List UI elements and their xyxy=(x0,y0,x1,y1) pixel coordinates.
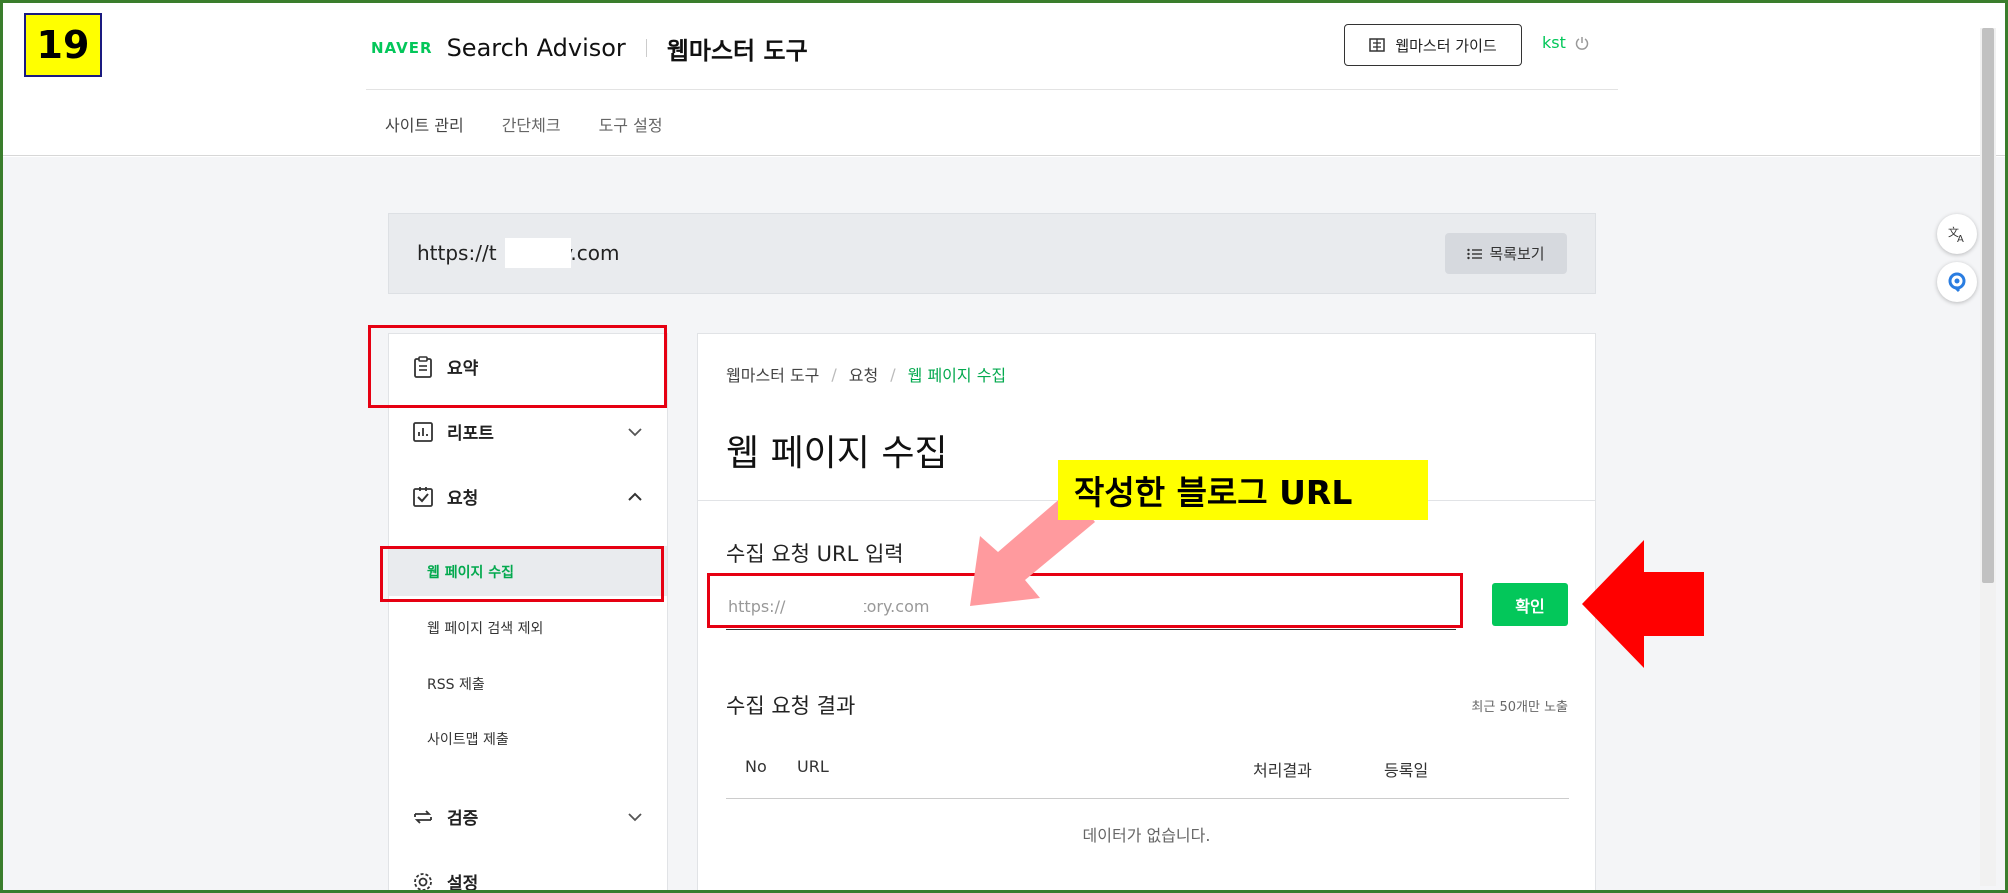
repeat-icon xyxy=(414,809,432,824)
header-divider xyxy=(366,89,1618,90)
table-header-date: 등록일 xyxy=(1384,761,1429,780)
highlight-summary xyxy=(368,325,667,408)
redaction xyxy=(505,238,571,268)
sidebar-item-label: 설정 xyxy=(447,874,479,893)
product-name: Search Advisor xyxy=(446,34,626,62)
translate-button[interactable]: 文A xyxy=(1937,214,1977,254)
tab-bar: 사이트 관리 간단체크 도구 설정 xyxy=(366,100,682,162)
username: kst xyxy=(1542,33,1566,52)
tool-name: 웹마스터 도구 xyxy=(666,36,808,65)
chevron-up-icon xyxy=(628,492,642,501)
list-icon xyxy=(1467,248,1483,259)
translate-icon: 文A xyxy=(1948,225,1964,245)
page-title: 웹 페이지 수집 xyxy=(726,433,948,474)
sidebar-item-report[interactable]: 리포트 xyxy=(411,419,671,444)
book-icon xyxy=(1369,38,1386,52)
callout-label: 작성한 블로그 URL xyxy=(1058,460,1428,520)
header: NAVER Search Advisor 웹마스터 도구 웹마스터 가이드 ks… xyxy=(0,0,2008,162)
gear-icon xyxy=(414,872,432,891)
brand[interactable]: NAVER Search Advisor 웹마스터 도구 xyxy=(371,30,808,66)
sidebar-sub-item-web-page-exclude[interactable]: 웹 페이지 검색 제외 xyxy=(427,618,543,638)
result-note: 최근 50개만 노출 xyxy=(1471,700,1568,715)
assistant-button[interactable] xyxy=(1937,262,1977,302)
divider xyxy=(645,39,647,57)
confirm-button[interactable]: 확인 xyxy=(1492,583,1568,626)
breadcrumb-separator: / xyxy=(831,364,837,384)
url-input-label: 수집 요청 URL 입력 xyxy=(726,542,904,566)
list-view-button[interactable]: 목록보기 xyxy=(1445,233,1567,274)
svg-text:A: A xyxy=(1957,234,1964,245)
user-menu[interactable]: kst xyxy=(1542,33,1590,52)
scrollbar-thumb[interactable] xyxy=(1982,28,1994,583)
sidebar-sub-item-sitemap-submit[interactable]: 사이트맵 제출 xyxy=(427,729,509,749)
chevron-down-icon xyxy=(628,812,642,821)
breadcrumb-current: 웹 페이지 수집 xyxy=(907,366,1007,385)
breadcrumb-separator: / xyxy=(890,364,896,384)
sidebar-item-settings[interactable]: 설정 xyxy=(411,869,478,893)
assistant-icon xyxy=(1948,272,1966,293)
list-label: 목록보기 xyxy=(1489,245,1545,263)
breadcrumb-item[interactable]: 요청 xyxy=(849,362,878,386)
webmaster-guide-button[interactable]: 웹마스터 가이드 xyxy=(1344,24,1522,66)
highlight-web-page-collect xyxy=(380,546,664,602)
table-header-url: URL xyxy=(797,757,829,776)
tab-site-management[interactable]: 사이트 관리 xyxy=(366,100,483,162)
table-header-status: 처리결과 xyxy=(1253,761,1312,780)
chart-icon xyxy=(413,421,433,442)
tab-tool-settings[interactable]: 도구 설정 xyxy=(580,100,682,160)
red-arrow-icon xyxy=(1582,540,1704,668)
empty-message: 데이터가 없습니다. xyxy=(1082,826,1211,845)
result-title: 수집 요청 결과 xyxy=(726,694,856,718)
table-header-no: No xyxy=(745,757,767,776)
table-divider xyxy=(726,798,1569,799)
chevron-down-icon xyxy=(628,427,642,436)
sidebar-item-verify[interactable]: 검증 xyxy=(411,804,671,829)
breadcrumb: 웹마스터 도구 / 요청 / 웹 페이지 수집 xyxy=(726,362,1006,386)
power-icon[interactable] xyxy=(1574,35,1590,51)
tab-quick-check[interactable]: 간단체크 xyxy=(483,100,580,160)
sidebar-item-label: 검증 xyxy=(447,809,479,829)
sidebar: 요약 리포트 요청 웹 페이지 수집 웹 페이지 검색 제외 RSS 제출 사이… xyxy=(388,333,668,893)
checked-box-icon xyxy=(413,486,433,507)
sidebar-sub-item-rss-submit[interactable]: RSS 제출 xyxy=(427,674,485,694)
naver-logo: NAVER xyxy=(371,39,433,57)
breadcrumb-item[interactable]: 웹마스터 도구 xyxy=(726,362,819,386)
sidebar-item-request[interactable]: 요청 xyxy=(411,484,671,509)
site-bar: https://t .tistory.com 목록보기 xyxy=(388,213,1596,294)
sidebar-item-label: 리포트 xyxy=(447,424,494,444)
guide-label: 웹마스터 가이드 xyxy=(1395,36,1497,55)
sidebar-item-label: 요청 xyxy=(447,489,479,509)
step-badge: 19 xyxy=(24,13,102,77)
